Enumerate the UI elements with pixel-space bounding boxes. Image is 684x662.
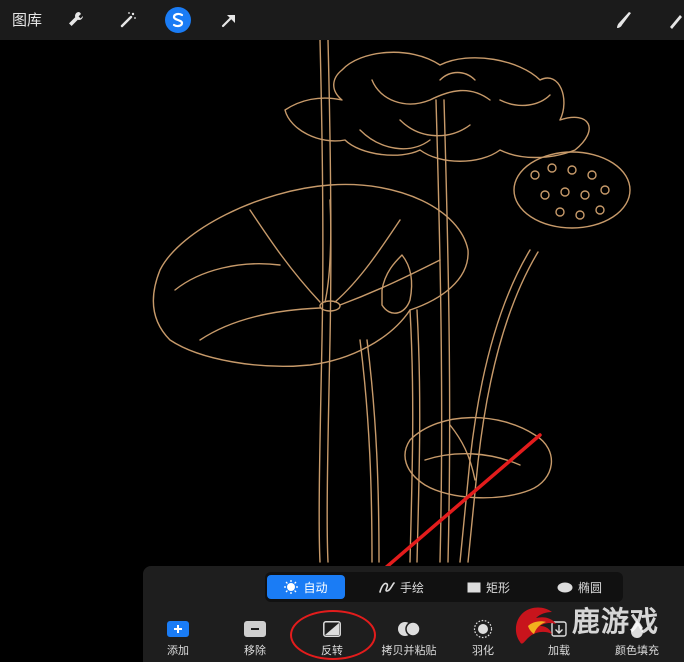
add-button[interactable]: 添加 <box>146 618 210 658</box>
remove-button[interactable]: 移除 <box>223 618 287 658</box>
rectangle-icon <box>467 582 481 592</box>
copy-paste-button[interactable]: 拷贝并粘贴 <box>377 618 441 658</box>
add-label: 添加 <box>167 644 189 657</box>
remove-label: 移除 <box>244 644 266 657</box>
watermark: 鹿游戏 <box>504 596 684 662</box>
brush-icon[interactable] <box>612 7 638 33</box>
mode-auto[interactable]: 自动 <box>267 575 345 599</box>
watermark-text: 鹿游戏 <box>572 605 660 638</box>
mode-ellipse-label: 椭圆 <box>578 580 603 595</box>
feather-icon <box>473 619 493 639</box>
remove-icon <box>244 621 266 637</box>
gallery-button[interactable]: 图库 <box>12 9 42 30</box>
deer-logo-icon <box>515 607 556 644</box>
transform-arrow-icon[interactable] <box>216 7 242 33</box>
ellipse-icon <box>557 582 573 592</box>
mode-freehand-label: 手绘 <box>400 580 425 595</box>
top-toolbar: 图库 <box>0 0 684 40</box>
copy-paste-icon <box>398 621 421 637</box>
freehand-icon <box>379 582 395 593</box>
smudge-icon[interactable] <box>662 7 684 33</box>
copy-paste-label: 拷贝并粘贴 <box>381 644 437 657</box>
magic-wand-icon[interactable] <box>115 7 141 33</box>
auto-icon <box>284 580 299 594</box>
mode-rectangle-label: 矩形 <box>486 580 511 595</box>
add-icon <box>167 621 189 637</box>
annotation-ellipse <box>290 610 376 660</box>
mode-freehand[interactable]: 手绘 <box>379 575 424 599</box>
mode-auto-label: 自动 <box>303 580 328 595</box>
selection-icon[interactable] <box>165 7 191 33</box>
wrench-icon[interactable] <box>63 7 89 33</box>
